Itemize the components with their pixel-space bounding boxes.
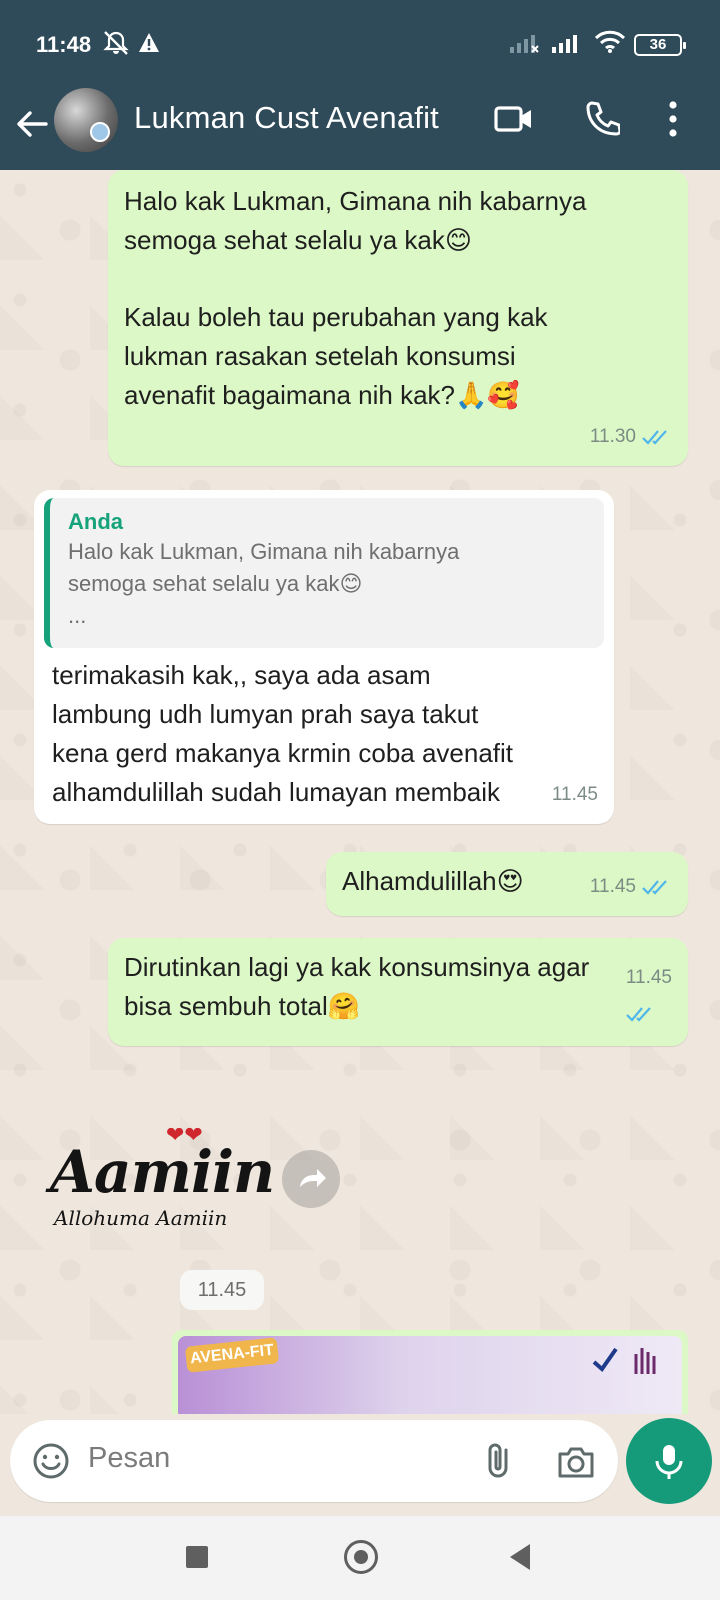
brand-label: AVENA-FIT [184, 1337, 280, 1373]
signal-strong-icon [552, 32, 582, 59]
message-text: Halo kak Lukman, Gimana nih kabarnya [124, 186, 587, 216]
message-bubble-outgoing[interactable]: Halo kak Lukman, Gimana nih kabarnya sem… [108, 170, 688, 466]
more-vert-icon[interactable] [668, 100, 678, 143]
camera-icon[interactable] [554, 1442, 598, 1482]
message-text [124, 260, 672, 298]
forward-icon [300, 1169, 326, 1187]
mute-bell-icon [100, 30, 132, 61]
sticker-text-main: Aamiin [50, 1138, 275, 1206]
message-composer: Pesan [10, 1420, 618, 1502]
message-meta: 11.30 [590, 417, 672, 456]
emoji-icon[interactable] [32, 1442, 70, 1480]
mic-button[interactable] [626, 1418, 712, 1504]
quoted-message[interactable]: Anda Halo kak Lukman, Gimana nih kabarny… [44, 498, 604, 648]
read-ticks-icon [642, 879, 667, 895]
message-meta: 11.45 [590, 867, 672, 906]
home-button[interactable] [344, 1540, 378, 1574]
message-body: terimakasih kak,, saya ada asam lambung … [44, 648, 604, 812]
battery-indicator: 36 [634, 34, 686, 56]
message-text: kena gerd makanya krmin coba avenafit [52, 738, 514, 768]
quoted-text: ... [68, 603, 87, 628]
quoted-author: Anda [68, 509, 123, 534]
signal-weak-icon [510, 32, 540, 59]
video-call-icon[interactable] [494, 102, 534, 141]
message-text: Alhamdulillah😍 [342, 866, 524, 896]
message-meta: 11.45 [552, 775, 598, 814]
system-nav-bar [0, 1516, 720, 1600]
message-time: 11.45 [551, 784, 598, 805]
status-time: 11:48 [36, 32, 92, 57]
message-text: lukman rasakan setelah konsumsi [124, 341, 516, 371]
sticker-message[interactable]: ❤❤ Aamiin Allohuma Aamiin [44, 1122, 275, 1240]
forward-button[interactable] [282, 1150, 340, 1208]
message-time: 11.30 [589, 426, 636, 447]
message-text: avenafit bagaimana nih kak?🙏🥰 [124, 380, 520, 410]
back-nav-button[interactable] [510, 1544, 530, 1570]
message-meta: 11.45 [626, 958, 672, 1036]
recents-button[interactable] [186, 1546, 208, 1568]
message-bubble-outgoing[interactable]: Dirutinkan lagi ya kak konsumsinya agar … [108, 938, 688, 1046]
message-time: 11.45 [625, 967, 672, 988]
message-text: Kalau boleh tau perubahan yang kak [124, 302, 548, 332]
status-bar: 11:48 36 [0, 0, 720, 86]
message-text: semoga sehat selalu ya kak😊 [124, 225, 472, 255]
contact-name[interactable]: Lukman Cust Avenafit [134, 100, 439, 136]
arrow-left-icon[interactable] [12, 104, 52, 144]
warning-icon [138, 32, 160, 59]
message-text: alhamdulillah sudah lumayan membaik [52, 777, 501, 807]
mic-icon [655, 1445, 683, 1479]
message-text: lambung udh lumyan prah saya takut [52, 699, 479, 729]
image-message-preview[interactable]: AVENA-FIT [172, 1330, 688, 1414]
message-text: terimakasih kak,, saya ada asam [52, 660, 431, 690]
message-list[interactable]: Halo kak Lukman, Gimana nih kabarnya sem… [0, 170, 720, 1414]
message-input[interactable]: Pesan [88, 1442, 170, 1475]
bpom-logo-icon [592, 1347, 618, 1372]
sticker-time: 11.45 [180, 1270, 264, 1310]
message-text: bisa sembuh total🤗 [124, 991, 361, 1021]
product-image: AVENA-FIT [178, 1336, 682, 1414]
chat-header: Lukman Cust Avenafit [0, 86, 720, 170]
quoted-text: semoga sehat selalu ya kak😊 [68, 571, 363, 596]
wifi-icon [594, 30, 626, 59]
sticker-text-sub: Allohuma Aamiin [54, 1206, 228, 1230]
read-ticks-icon [626, 1007, 651, 1022]
read-ticks-icon [642, 429, 667, 445]
paperclip-icon[interactable] [480, 1440, 520, 1480]
phone-icon[interactable] [584, 100, 622, 143]
halal-logo-icon [634, 1348, 656, 1374]
message-time: 11.45 [589, 876, 636, 897]
avatar[interactable] [54, 88, 118, 152]
message-bubble-incoming[interactable]: Anda Halo kak Lukman, Gimana nih kabarny… [34, 490, 614, 824]
quoted-text: Halo kak Lukman, Gimana nih kabarnya [68, 539, 460, 564]
message-text: Dirutinkan lagi ya kak konsumsinya agar [124, 952, 590, 982]
message-bubble-outgoing[interactable]: Alhamdulillah😍 11.45 [326, 852, 688, 916]
